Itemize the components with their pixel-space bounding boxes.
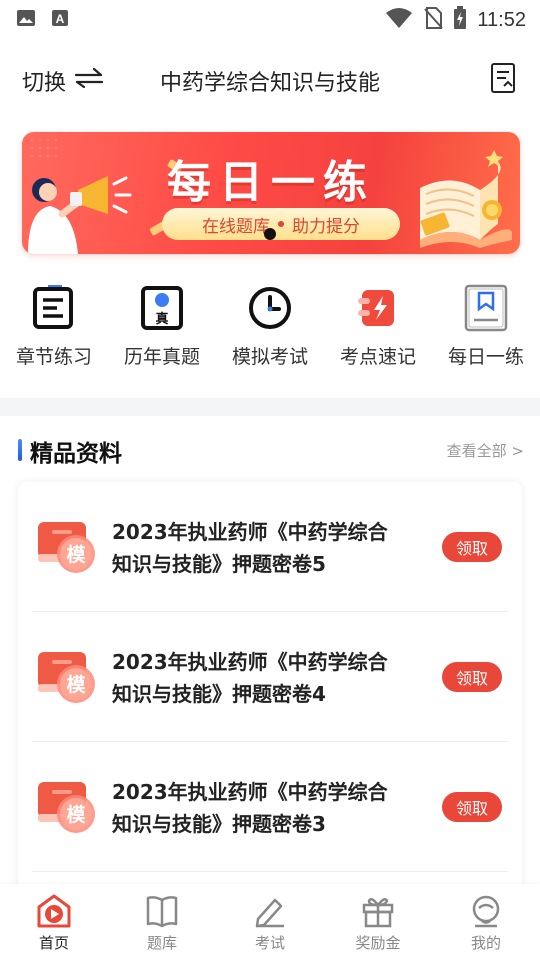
gallery-icon: [16, 8, 36, 28]
mock-paper-icon: 模: [36, 646, 98, 706]
clock-icon: [246, 284, 294, 332]
mock-paper-icon: 模: [36, 516, 98, 576]
home-play-icon: [37, 894, 71, 928]
quick-nav: 章节练习 真 历年真题 模拟考试 考点速记 每日一练: [0, 284, 540, 384]
banner-title: 每日一练: [167, 157, 375, 208]
quick-nav-label: 考点速记: [339, 346, 416, 368]
banner-slogan-separator-icon: [278, 221, 284, 227]
section-accent-bar: [18, 439, 22, 461]
claim-button[interactable]: 领取: [442, 792, 502, 822]
tab-label: 首页: [38, 934, 69, 952]
wifi-icon: [385, 7, 413, 33]
carousel-indicator-dot[interactable]: [264, 228, 276, 240]
document-button[interactable]: [490, 62, 518, 94]
bookmark-book-icon: [462, 284, 510, 332]
section-title: 精品资料: [30, 441, 122, 467]
section-divider: [0, 398, 540, 416]
list-item[interactable]: 模 2023年执业药师《中药学综合 知识与技能》押题密卷5 领取: [18, 482, 522, 612]
book-icon: [145, 894, 179, 928]
tab-label: 考试: [254, 934, 285, 952]
mock-badge: 模: [66, 803, 86, 826]
quick-nav-label: 章节练习: [15, 346, 92, 368]
gift-icon: [361, 894, 395, 928]
banner-slogan-left: 在线题库: [202, 216, 270, 237]
list-item[interactable]: 模 2023年执业药师《中药学综合 知识与技能》押题密卷3 领取: [18, 742, 522, 872]
claim-button[interactable]: 领取: [442, 662, 502, 692]
row-divider: [32, 871, 508, 872]
bottom-tab-bar: 首页 题库 考试 奖励金 我的: [0, 884, 540, 960]
material-title: 2023年执业药师《中药学综合 知识与技能》押题密卷5: [112, 516, 412, 580]
battery-charging-icon: [453, 6, 467, 34]
document-icon: [490, 63, 518, 98]
material-title: 2023年执业药师《中药学综合 知识与技能》押题密卷4: [112, 646, 412, 710]
past-exam-icon: 真: [138, 284, 186, 332]
quick-nav-label: 每日一练: [447, 346, 524, 368]
chapter-list-icon: [30, 284, 78, 332]
svg-text:真: 真: [155, 311, 168, 327]
quick-nav-daily-practice[interactable]: 每日一练: [432, 284, 540, 384]
tab-label: 题库: [146, 934, 177, 952]
mock-paper-icon: 模: [36, 776, 98, 836]
title-bar: 切换 中药学综合知识与技能: [0, 52, 540, 108]
list-item[interactable]: 模 2023年执业药师《中药学综合 知识与技能》押题密卷4 领取: [18, 612, 522, 742]
quick-nav-label: 历年真题: [123, 346, 200, 368]
tab-question-bank[interactable]: 题库: [108, 884, 216, 960]
quick-nav-key-points[interactable]: 考点速记: [324, 284, 432, 384]
pencil-icon: [253, 894, 287, 928]
tab-home[interactable]: 首页: [0, 884, 108, 960]
material-title-line2: 知识与技能》押题密卷5: [112, 552, 326, 576]
no-sim-icon: [423, 7, 444, 33]
clock-time: 11:52: [477, 8, 526, 31]
swap-arrows-icon: [74, 67, 104, 94]
banner-slogan: 在线题库 助力提分: [162, 208, 400, 240]
quick-nav-past-exams[interactable]: 真 历年真题: [108, 284, 216, 384]
switch-subject-button[interactable]: 切换: [22, 65, 104, 97]
material-title-line1: 2023年执业药师《中药学综合: [112, 650, 388, 674]
material-title-line2: 知识与技能》押题密卷3: [112, 812, 326, 836]
status-bar: A 11:52: [0, 0, 540, 36]
materials-list: 模 2023年执业药师《中药学综合 知识与技能》押题密卷5 领取 模 2023年…: [18, 482, 522, 902]
material-title: 2023年执业药师《中药学综合 知识与技能》押题密卷3: [112, 776, 412, 840]
view-all-link[interactable]: 查看全部 >: [447, 440, 524, 461]
tab-label: 奖励金: [355, 934, 401, 952]
material-title-line1: 2023年执业药师《中药学综合: [112, 520, 388, 544]
banner-slogan-right: 助力提分: [292, 216, 360, 237]
switch-label: 切换: [22, 71, 67, 96]
a-icon: A: [50, 8, 70, 28]
mock-badge: 模: [66, 673, 86, 696]
tab-rewards[interactable]: 奖励金: [324, 884, 432, 960]
quick-nav-chapter-practice[interactable]: 章节练习: [0, 284, 108, 384]
profile-icon: [469, 894, 503, 928]
section-header: 精品资料 查看全部 >: [0, 430, 540, 470]
quick-nav-label: 模拟考试: [231, 346, 308, 368]
tab-exam[interactable]: 考试: [216, 884, 324, 960]
svg-text:A: A: [56, 12, 65, 26]
material-title-line2: 知识与技能》押题密卷4: [112, 682, 326, 706]
tab-label: 我的: [470, 934, 501, 952]
claim-button[interactable]: 领取: [442, 532, 502, 562]
material-title-line1: 2023年执业药师《中药学综合: [112, 780, 388, 804]
tab-profile[interactable]: 我的: [432, 884, 540, 960]
flash-card-icon: [354, 284, 402, 332]
quick-nav-mock-exam[interactable]: 模拟考试: [216, 284, 324, 384]
mock-badge: 模: [66, 543, 86, 566]
